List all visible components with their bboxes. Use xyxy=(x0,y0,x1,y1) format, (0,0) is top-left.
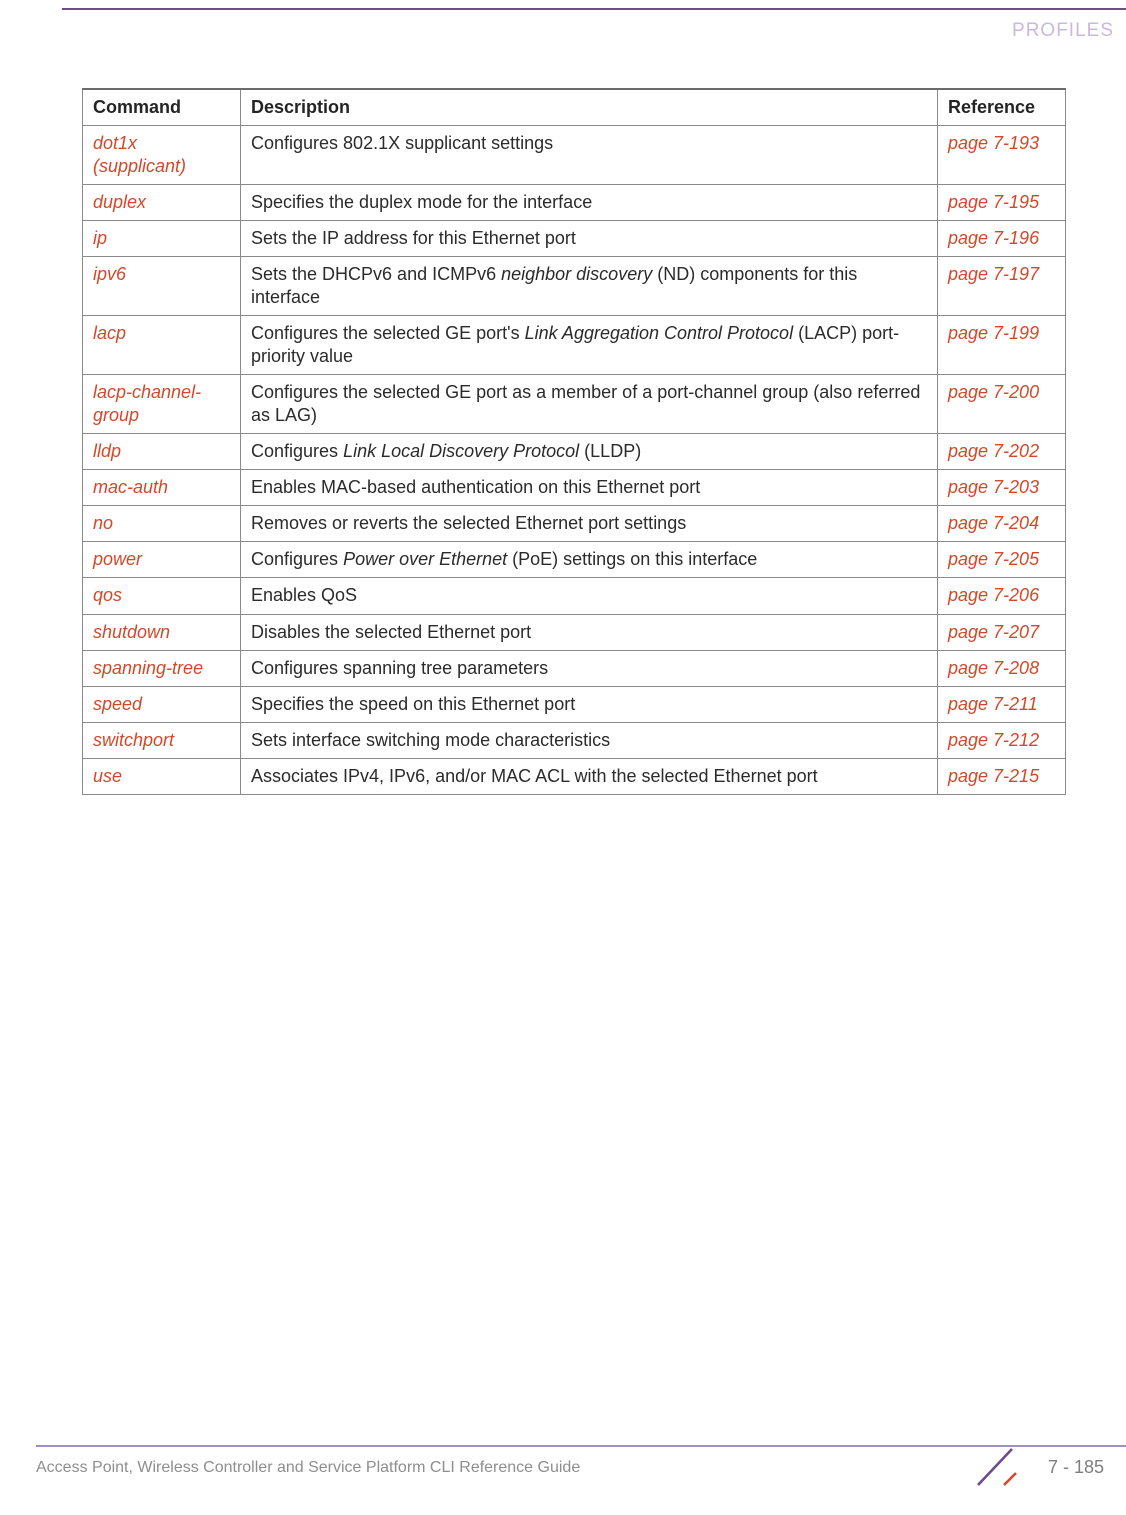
command-link[interactable]: speed xyxy=(93,694,142,714)
description-cell: Enables MAC-based authentication on this… xyxy=(241,470,938,506)
command-link[interactable]: mac-auth xyxy=(93,477,168,497)
table-row: no Removes or reverts the selected Ethern… xyxy=(83,506,1066,542)
command-link[interactable]: shutdown xyxy=(93,622,170,642)
page-footer: Access Point, Wireless Controller and Se… xyxy=(36,1445,1126,1491)
table-row: mac-auth Enables MAC-based authentication… xyxy=(83,470,1066,506)
table-row: lacp-channel-group Configures the selecte… xyxy=(83,375,1066,434)
table-row: lacp Configures the selected GE port's Li… xyxy=(83,316,1066,375)
reference-link[interactable]: page 7-202 xyxy=(948,441,1039,461)
description-cell: Sets the DHCPv6 and ICMPv6 neighbor disc… xyxy=(241,257,938,316)
description-cell: Specifies the speed on this Ethernet por… xyxy=(241,686,938,722)
reference-link[interactable]: page 7-195 xyxy=(948,192,1039,212)
reference-link[interactable]: page 7-199 xyxy=(948,323,1039,343)
col-header-command: Command xyxy=(83,89,241,126)
description-cell: Configures Power over Ethernet (PoE) set… xyxy=(241,542,938,578)
command-link[interactable]: no xyxy=(93,513,113,533)
description-cell: Enables QoS xyxy=(241,578,938,614)
command-link[interactable]: qos xyxy=(93,585,122,605)
footer-page-number: 7 - 185 xyxy=(1048,1457,1104,1478)
command-link[interactable]: duplex xyxy=(93,192,146,212)
content-area: Command Description Reference dot1x (sup… xyxy=(82,88,1066,795)
table-row: speed Specifies the speed on this Etherne… xyxy=(83,686,1066,722)
description-cell: Configures the selected GE port as a mem… xyxy=(241,375,938,434)
reference-link[interactable]: page 7-215 xyxy=(948,766,1039,786)
command-link[interactable]: power xyxy=(93,549,142,569)
description-cell: Specifies the duplex mode for the interf… xyxy=(241,185,938,221)
table-row: power Configures Power over Ethernet (PoE… xyxy=(83,542,1066,578)
description-cell: Configures the selected GE port's Link A… xyxy=(241,316,938,375)
description-cell: Associates IPv4, IPv6, and/or MAC ACL wi… xyxy=(241,758,938,794)
table-row: ipv6 Sets the DHCPv6 and ICMPv6 neighbor … xyxy=(83,257,1066,316)
reference-link[interactable]: page 7-203 xyxy=(948,477,1039,497)
reference-link[interactable]: page 7-196 xyxy=(948,228,1039,248)
reference-link[interactable]: page 7-208 xyxy=(948,658,1039,678)
footer-slash-icon xyxy=(972,1443,1018,1489)
description-cell: Sets the IP address for this Ethernet po… xyxy=(241,221,938,257)
reference-link[interactable]: page 7-197 xyxy=(948,264,1039,284)
col-header-reference: Reference xyxy=(938,89,1066,126)
reference-link[interactable]: page 7-204 xyxy=(948,513,1039,533)
reference-link[interactable]: page 7-211 xyxy=(948,694,1038,714)
description-cell: Disables the selected Ethernet port xyxy=(241,614,938,650)
table-row: dot1x (supplicant) Configures 802.1X supp… xyxy=(83,126,1066,185)
description-cell: Removes or reverts the selected Ethernet… xyxy=(241,506,938,542)
reference-link[interactable]: page 7-206 xyxy=(948,585,1039,605)
table-row: ip Sets the IP address for this Ethernet … xyxy=(83,221,1066,257)
command-link[interactable]: dot1x (supplicant) xyxy=(93,133,186,176)
table-row: spanning-tree Configures spanning tree pa… xyxy=(83,650,1066,686)
table-row: switchport Sets interface switching mode … xyxy=(83,722,1066,758)
description-cell: Configures spanning tree parameters xyxy=(241,650,938,686)
header-rule xyxy=(62,8,1126,10)
command-link[interactable]: use xyxy=(93,766,122,786)
description-cell: Configures 802.1X supplicant settings xyxy=(241,126,938,185)
command-link[interactable]: ipv6 xyxy=(93,264,126,284)
footer-guide-title: Access Point, Wireless Controller and Se… xyxy=(36,1459,580,1477)
command-link[interactable]: lacp-channel-group xyxy=(93,382,201,425)
description-cell: Sets interface switching mode characteri… xyxy=(241,722,938,758)
command-link[interactable]: lldp xyxy=(93,441,121,461)
page: PROFILES Command Description Reference d… xyxy=(0,0,1126,1515)
table-row: shutdown Disables the selected Ethernet p… xyxy=(83,614,1066,650)
reference-link[interactable]: page 7-193 xyxy=(948,133,1039,153)
command-link[interactable]: ip xyxy=(93,228,107,248)
reference-link[interactable]: page 7-207 xyxy=(948,622,1039,642)
command-link[interactable]: lacp xyxy=(93,323,126,343)
table-header-row: Command Description Reference xyxy=(83,89,1066,126)
command-link[interactable]: switchport xyxy=(93,730,174,750)
command-link[interactable]: spanning-tree xyxy=(93,658,203,678)
description-cell: Configures Link Local Discovery Protocol… xyxy=(241,434,938,470)
table-row: qos Enables QoS page 7-206 xyxy=(83,578,1066,614)
reference-link[interactable]: page 7-200 xyxy=(948,382,1039,402)
command-table: Command Description Reference dot1x (sup… xyxy=(82,88,1066,795)
table-row: lldp Configures Link Local Discovery Prot… xyxy=(83,434,1066,470)
section-header: PROFILES xyxy=(1012,20,1114,42)
reference-link[interactable]: page 7-205 xyxy=(948,549,1039,569)
reference-link[interactable]: page 7-212 xyxy=(948,730,1039,750)
table-row: duplex Specifies the duplex mode for the … xyxy=(83,185,1066,221)
table-row: use Associates IPv4, IPv6, and/or MAC ACL… xyxy=(83,758,1066,794)
col-header-description: Description xyxy=(241,89,938,126)
